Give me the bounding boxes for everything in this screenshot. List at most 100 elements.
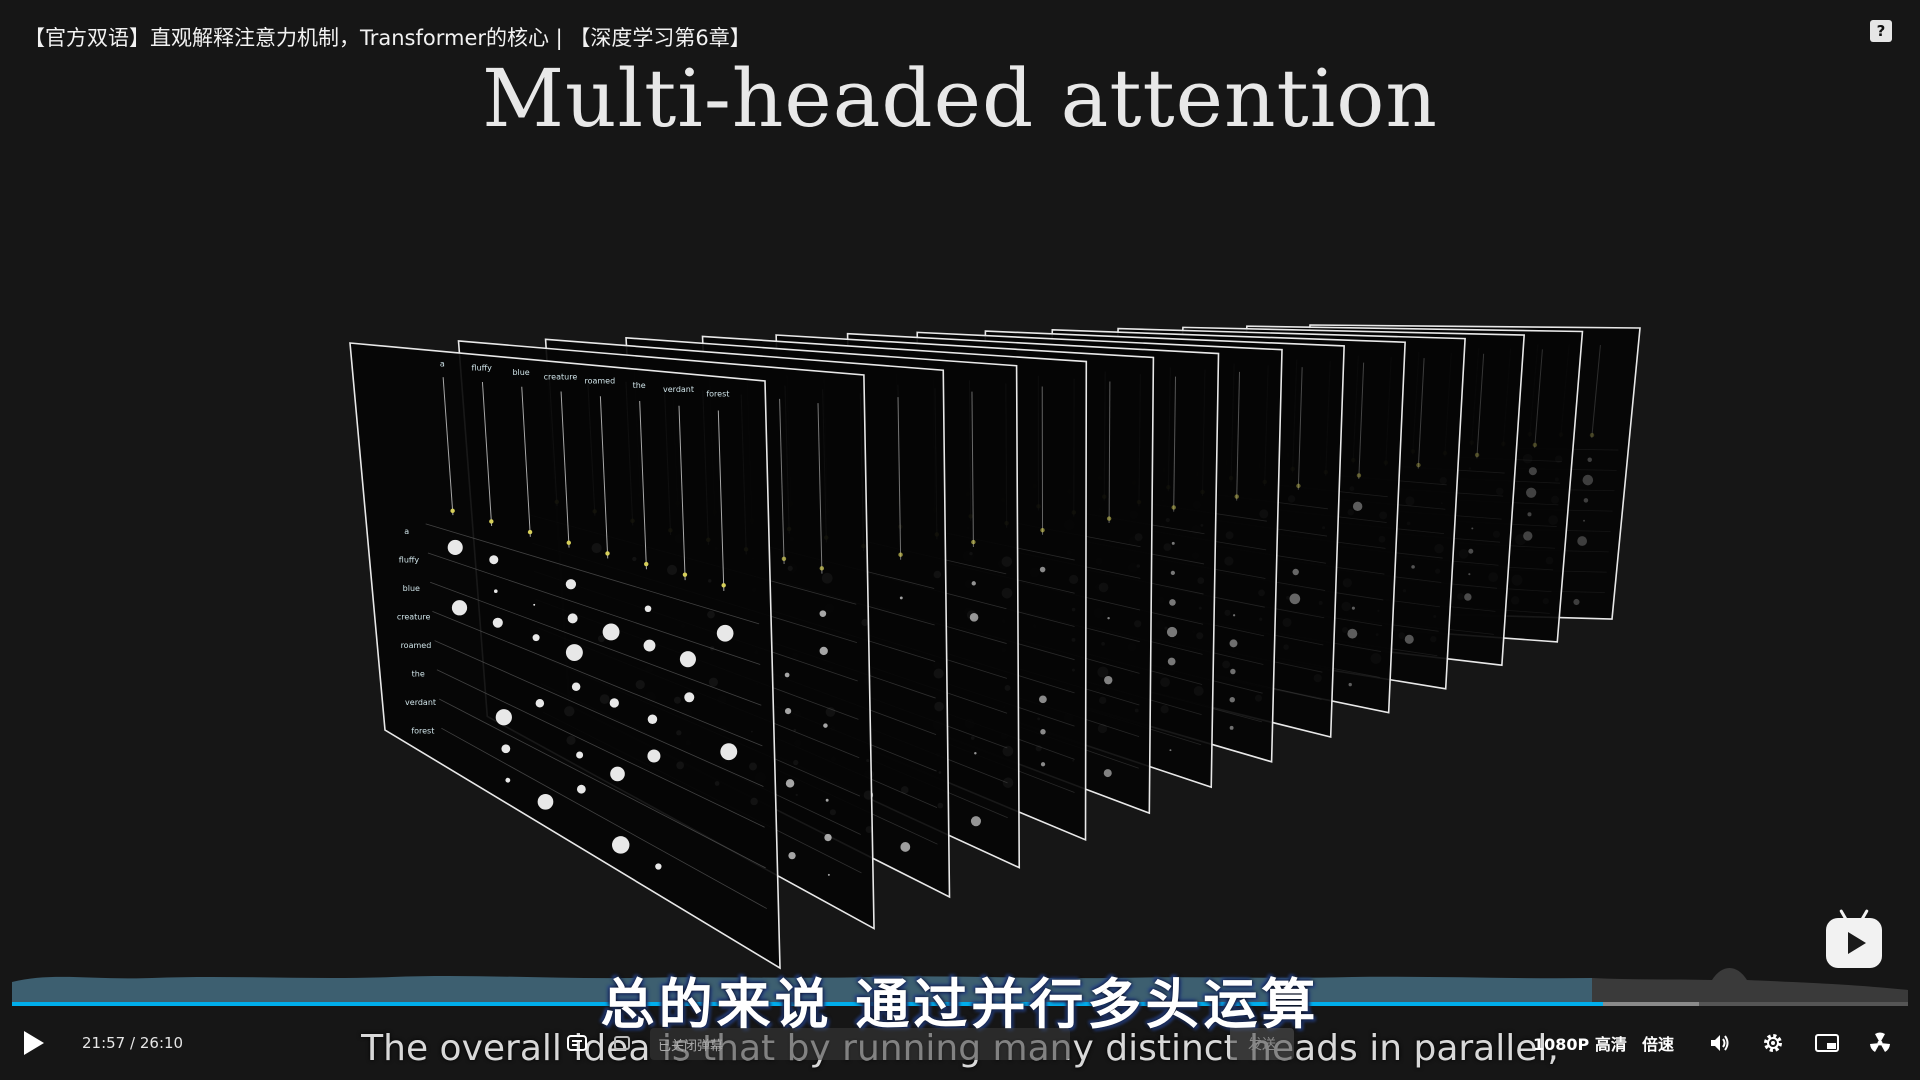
attention-dot: [970, 816, 982, 827]
column-token-label: blue: [512, 368, 529, 377]
attention-dot: [1039, 695, 1047, 704]
attention-dot: [819, 610, 827, 617]
attention-dot: [1573, 598, 1580, 606]
attention-dot: [451, 600, 468, 616]
attention-dot: [784, 672, 790, 678]
query-marker: [527, 529, 533, 535]
query-marker: [1532, 442, 1538, 448]
query-marker: [1356, 473, 1362, 478]
attention-heads-visualization: a fluffy blue creature roamed the verdant fores…: [349, 324, 1641, 970]
query-marker: [781, 556, 787, 562]
speed-button[interactable]: 倍速: [1642, 1018, 1674, 1068]
attention-dot: [1583, 498, 1589, 503]
attention-dot: [1166, 626, 1178, 638]
danmaku-settings-icon: [614, 1036, 630, 1050]
attention-dot: [1468, 573, 1471, 576]
row-token-label: a: [404, 527, 409, 536]
attention-dot: [565, 644, 583, 662]
video-player[interactable]: 【官方双语】直观解释注意力机制，Transformer的核心 | 【深度学习第6…: [0, 0, 1920, 1080]
attention-dot: [609, 698, 619, 708]
attention-dot: [784, 707, 792, 715]
attention-dot: [971, 581, 976, 586]
attention-dot: [974, 751, 977, 755]
attention-dot: [1471, 527, 1474, 530]
query-marker: [450, 508, 455, 514]
attention-dot: [1404, 634, 1414, 644]
row-token-label: roamed: [401, 641, 432, 650]
pip-button[interactable]: [1811, 1018, 1843, 1068]
danmaku-settings-button[interactable]: [612, 1018, 636, 1068]
attention-dot: [1348, 682, 1352, 687]
attention-dot: [647, 749, 661, 763]
quality-button[interactable]: 1080P 高清: [1533, 1018, 1627, 1068]
attention-dot: [1232, 614, 1236, 617]
play-button[interactable]: [24, 1018, 54, 1068]
query-marker: [1171, 505, 1176, 510]
attention-dot: [537, 793, 554, 810]
more-button[interactable]: [1864, 1018, 1896, 1068]
query-marker: [566, 540, 571, 545]
query-marker: [1234, 494, 1239, 499]
time-separator: /: [130, 1034, 136, 1052]
attention-dot: [1230, 668, 1236, 675]
danmaku-toggle-button[interactable]: [566, 1018, 590, 1068]
attention-dot: [899, 596, 903, 600]
attention-dot: [1577, 536, 1588, 546]
attention-dot: [492, 617, 503, 628]
attention-dot: [824, 833, 832, 842]
gear-icon: [1764, 1034, 1782, 1052]
attention-dot: [610, 766, 625, 782]
attention-dot: [602, 623, 620, 641]
attention-dot: [576, 784, 586, 794]
query-marker: [1040, 527, 1045, 533]
duration: 26:10: [139, 1034, 184, 1052]
attention-dot: [819, 646, 828, 656]
query-marker: [1106, 516, 1112, 521]
attention-dot: [612, 836, 630, 854]
attention-dot: [823, 723, 828, 728]
attention-dot: [1103, 769, 1112, 778]
attention-dot: [716, 624, 734, 642]
attention-dot: [1464, 593, 1472, 601]
attention-dot: [969, 613, 979, 622]
play-icon: [24, 1031, 44, 1055]
attention-dot: [825, 798, 829, 802]
row-token-label: creature: [397, 612, 431, 621]
attention-dot: [827, 873, 830, 876]
current-time: 21:57: [82, 1034, 126, 1052]
attention-dot: [1229, 725, 1234, 730]
danmaku-send-button[interactable]: 发送: [1230, 1028, 1294, 1060]
settings-button[interactable]: [1757, 1018, 1789, 1068]
column-token-label: the: [633, 381, 646, 390]
attention-dot: [1289, 593, 1301, 605]
attention-dot: [447, 539, 463, 556]
attention-dot: [1040, 729, 1046, 735]
attention-dot: [1582, 474, 1594, 486]
volume-button[interactable]: [1704, 1018, 1736, 1068]
attention-dot: [532, 634, 540, 642]
attention-dot: [1523, 531, 1533, 541]
query-marker: [1474, 452, 1480, 458]
attention-dot: [643, 639, 656, 652]
danmaku-input[interactable]: 已关闭弹幕: [650, 1028, 1070, 1060]
column-token-label: forest: [706, 389, 729, 398]
attention-dot: [533, 603, 536, 606]
attention-dot: [1169, 599, 1176, 606]
attention-dot: [1169, 749, 1172, 752]
query-marker: [644, 561, 649, 567]
attention-dot: [1229, 696, 1235, 703]
attention-dot: [1104, 675, 1113, 685]
query-marker: [1416, 462, 1421, 468]
time-display: 21:57 / 26:10: [82, 1018, 183, 1068]
attention-dot: [1039, 566, 1046, 573]
attention-dot: [1347, 628, 1358, 639]
attention-dot: [495, 709, 512, 726]
attention-dot: [647, 714, 658, 724]
query-marker: [971, 539, 976, 545]
attention-dot: [1411, 565, 1415, 569]
column-token-label: a: [440, 359, 445, 368]
attention-dot: [505, 777, 511, 783]
attention-dot: [535, 699, 545, 708]
attention-dot: [684, 692, 695, 703]
attention-dot: [571, 682, 581, 691]
